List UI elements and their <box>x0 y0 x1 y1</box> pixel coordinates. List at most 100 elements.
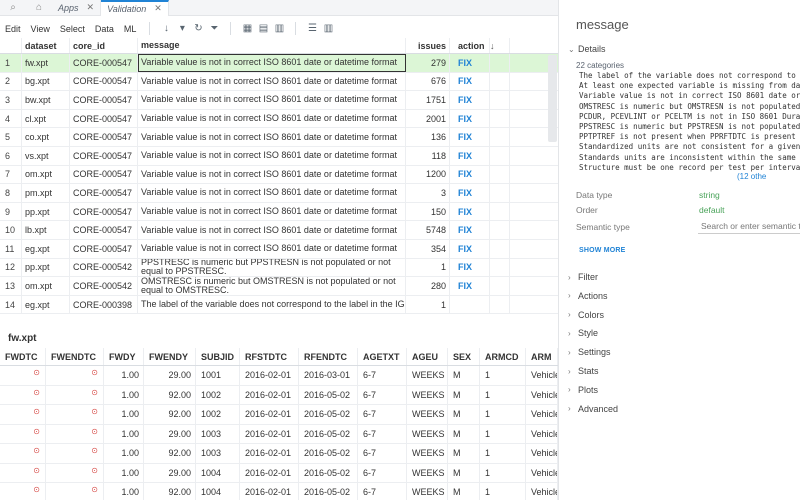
sex-cell[interactable]: M <box>448 444 480 463</box>
sex-cell[interactable]: M <box>448 385 480 404</box>
date-cell[interactable]: ⊙ <box>0 463 46 482</box>
date-cell[interactable]: ⊙ <box>0 405 46 424</box>
dataset-cell[interactable]: vs.xpt <box>22 146 70 165</box>
arm-cell[interactable]: Vehicle <box>526 424 558 443</box>
table-row[interactable]: ⊙ ⊙ 1.00 29.00 1001 2016-02-01 2016-03-01 6-7 WE… <box>0 366 558 386</box>
vertical-scrollbar[interactable] <box>548 55 557 142</box>
column-header-ageu[interactable]: AGEU <box>407 348 448 365</box>
column-header-sex[interactable]: SEX <box>448 348 480 365</box>
menu-view[interactable]: View <box>26 24 55 34</box>
date-cell[interactable]: ⊙ <box>46 385 104 404</box>
issues-cell[interactable]: 3 <box>406 184 450 202</box>
refresh-icon[interactable]: ↻ <box>190 23 206 34</box>
dataset-cell[interactable]: pp.xpt <box>22 202 70 221</box>
armcd-cell[interactable]: 1 <box>480 463 526 482</box>
armcd-cell[interactable]: 1 <box>480 385 526 404</box>
subjid-cell[interactable]: 1002 <box>196 385 240 404</box>
armcd-cell[interactable]: 1 <box>480 444 526 463</box>
date-cell[interactable]: ⊙ <box>46 444 104 463</box>
subjid-cell[interactable]: 1004 <box>196 463 240 482</box>
column-header-arm[interactable]: ARM <box>526 348 558 365</box>
column-header-rfendtc[interactable]: RFENDTC <box>299 348 358 365</box>
fwdy-cell[interactable]: 1.00 <box>104 444 144 463</box>
date-cell[interactable]: ⊙ <box>46 366 104 385</box>
menu-edit[interactable]: Edit <box>0 24 26 34</box>
fix-link[interactable]: FIX <box>450 202 490 221</box>
dataset-cell[interactable]: eg.xpt <box>22 239 70 258</box>
tab-validation[interactable]: Validation ✕ <box>101 0 169 16</box>
message-cell[interactable]: Variable value is not in correct ISO 860… <box>138 54 406 72</box>
arm-cell[interactable]: Vehicle <box>526 463 558 482</box>
subjid-cell[interactable]: 1003 <box>196 444 240 463</box>
chevron-down-icon[interactable]: ▾ <box>174 23 190 34</box>
grid-layout-icon[interactable]: ▥ <box>271 23 287 34</box>
column-header-armcd[interactable]: ARMCD <box>480 348 526 365</box>
date-cell[interactable]: ⊙ <box>46 405 104 424</box>
agetxt-cell[interactable]: 6-7 <box>358 385 407 404</box>
message-cell[interactable]: Variable value is not in correct ISO 860… <box>138 165 406 184</box>
table-row[interactable]: 7 om.xpt CORE-000547 Variable value is not … <box>0 165 558 185</box>
date-cell[interactable]: ⊙ <box>46 424 104 443</box>
message-cell[interactable]: OMSTRESC is numeric but OMSTRESN is not … <box>138 277 406 295</box>
fwendy-cell[interactable]: 29.00 <box>144 424 196 443</box>
section-filter[interactable]: › Filter <box>568 272 598 282</box>
issues-cell[interactable]: 1200 <box>406 165 450 184</box>
table-row[interactable]: 11 eg.xpt CORE-000547 Variable value is not… <box>0 239 558 259</box>
message-cell[interactable]: Variable value is not in correct ISO 860… <box>138 91 406 109</box>
arm-cell[interactable]: Vehicle <box>526 444 558 463</box>
table-row[interactable]: 10 lb.xpt CORE-000547 Variable value is not… <box>0 221 558 240</box>
rfendtc-cell[interactable]: 2016-05-02 <box>299 424 358 443</box>
table-row[interactable]: 13 om.xpt CORE-000542 OMSTRESC is numeric b… <box>0 277 558 296</box>
table-row[interactable]: 8 pm.xpt CORE-000547 Variable value is not … <box>0 184 558 203</box>
fwdy-cell[interactable]: 1.00 <box>104 483 144 500</box>
dataset-cell[interactable]: eg.xpt <box>22 295 70 314</box>
menu-select[interactable]: Select <box>55 24 90 34</box>
table-row[interactable]: ⊙ ⊙ 1.00 92.00 1004 2016-02-01 2016-05-02 6-7 WE… <box>0 483 558 500</box>
dataset-cell[interactable]: bg.xpt <box>22 72 70 91</box>
rfstdtc-cell[interactable]: 2016-02-01 <box>240 483 299 500</box>
more-categories-link[interactable]: (12 othe <box>737 172 766 181</box>
subjid-cell[interactable]: 1004 <box>196 483 240 500</box>
section-stats[interactable]: › Stats <box>568 366 599 376</box>
sort-arrow-icon[interactable]: ↓ <box>490 38 510 53</box>
fwdy-cell[interactable]: 1.00 <box>104 366 144 385</box>
fix-link[interactable]: FIX <box>450 184 490 202</box>
dataset-cell[interactable]: lb.xpt <box>22 221 70 239</box>
menu-data[interactable]: Data <box>90 24 119 34</box>
core-id-cell[interactable]: CORE-000547 <box>70 202 138 221</box>
section-details[interactable]: ⌄ Details <box>568 44 606 54</box>
ageu-cell[interactable]: WEEKS <box>407 483 448 500</box>
dataset-cell[interactable]: om.xpt <box>22 165 70 184</box>
dataset-cell[interactable]: om.xpt <box>22 277 70 295</box>
core-id-cell[interactable]: CORE-000547 <box>70 109 138 128</box>
column-header-dataset[interactable]: dataset <box>22 38 70 53</box>
message-cell[interactable]: The label of the variable does not corre… <box>138 295 406 314</box>
section-actions[interactable]: › Actions <box>568 291 608 301</box>
core-id-cell[interactable]: CORE-000542 <box>70 258 138 277</box>
arm-cell[interactable]: Vehicle <box>526 405 558 424</box>
fix-link[interactable]: FIX <box>450 239 490 258</box>
section-settings[interactable]: › Settings <box>568 347 611 357</box>
column-header-core-id[interactable]: core_id <box>70 38 138 53</box>
issues-cell[interactable]: 136 <box>406 128 450 146</box>
bar-chart-icon[interactable]: ▥ <box>320 23 336 34</box>
issues-cell[interactable]: 2001 <box>406 109 450 128</box>
order-value[interactable]: default <box>699 205 725 215</box>
date-cell[interactable]: ⊙ <box>0 424 46 443</box>
armcd-cell[interactable]: 1 <box>480 483 526 500</box>
table-row[interactable]: ⊙ ⊙ 1.00 92.00 1003 2016-02-01 2016-05-02 6-7 WE… <box>0 444 558 464</box>
agetxt-cell[interactable]: 6-7 <box>358 405 407 424</box>
agetxt-cell[interactable]: 6-7 <box>358 483 407 500</box>
close-icon[interactable]: ✕ <box>87 2 95 13</box>
message-cell[interactable]: Variable value is not in correct ISO 860… <box>138 72 406 91</box>
subjid-cell[interactable]: 1002 <box>196 405 240 424</box>
table-row[interactable]: ⊙ ⊙ 1.00 92.00 1002 2016-02-01 2016-05-02 6-7 WE… <box>0 385 558 405</box>
dataset-cell[interactable]: fw.xpt <box>22 54 70 72</box>
table-row[interactable]: 12 pp.xpt CORE-000542 PPSTRESC is numeric b… <box>0 258 558 278</box>
issues-cell[interactable]: 150 <box>406 202 450 221</box>
issues-cell[interactable]: 1 <box>406 258 450 277</box>
download-icon[interactable]: ↓ <box>158 23 174 34</box>
table-row[interactable]: 3 bw.xpt CORE-000547 Variable value is not … <box>0 91 558 110</box>
sex-cell[interactable]: M <box>448 366 480 385</box>
column-header-fwdtc[interactable]: FWDTC <box>0 348 46 365</box>
